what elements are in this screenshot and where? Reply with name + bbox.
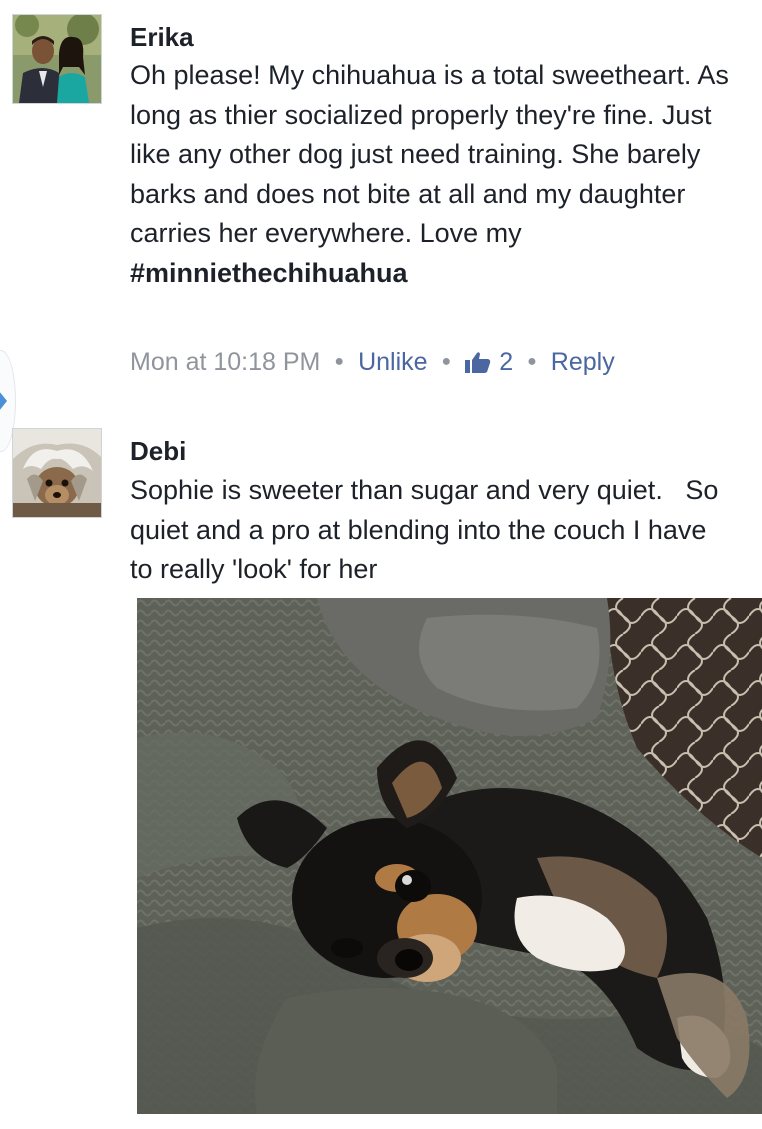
comment-author[interactable]: Debi [130,436,186,466]
chihuahua-on-blanket-photo-icon [137,598,762,1114]
separator-dot: ● [334,353,345,370]
reply-button[interactable]: Reply [551,347,615,377]
comment-text: Sophie is sweeter than sugar and very qu… [130,475,726,584]
unlike-button[interactable]: Unlike [358,347,427,377]
comment-actions: Mon at 10:18 PM ● Unlike ● 2 ● Reply [130,347,615,377]
comment-photo[interactable] [137,598,762,1114]
like-count[interactable]: 2 [465,347,513,377]
comment-timestamp[interactable]: Mon at 10:18 PM [130,347,320,377]
couple-profile-photo-icon [13,15,101,103]
thumbs-up-icon [465,352,491,373]
comment-thread: Erika Oh please! My chihuahua is a total… [0,0,762,1129]
avatar[interactable] [12,14,102,104]
dog-profile-photo-icon [13,429,101,517]
comment-text: Oh please! My chihuahua is a total sweet… [130,60,737,248]
avatar[interactable] [12,428,102,518]
like-count-value: 2 [499,348,514,376]
hashtag-link[interactable]: #minniethechihuahua [130,258,408,288]
comment-author[interactable]: Erika [130,22,194,52]
separator-dot: ● [527,353,537,370]
comment-body: Oh please! My chihuahua is a total sweet… [130,56,755,293]
separator-dot: ● [441,353,452,370]
chevron-right-icon [0,391,7,411]
